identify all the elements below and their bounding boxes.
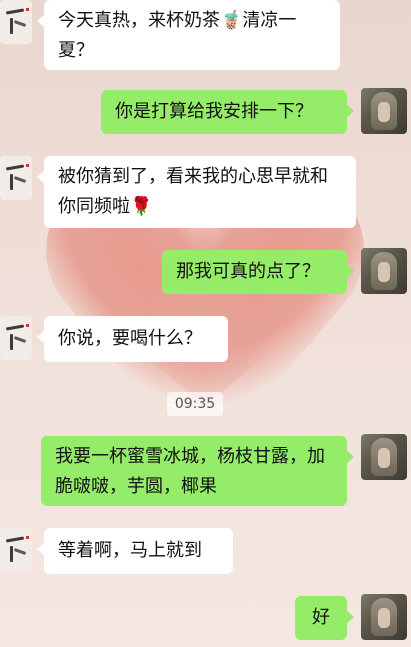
message-text: 好	[312, 607, 330, 628]
avatar-calligraphy	[10, 334, 13, 350]
avatar-calligraphy	[5, 324, 25, 331]
avatar-calligraphy	[13, 548, 27, 555]
message-text: 你说，要喝什么？	[58, 328, 202, 349]
message-bubble-outgoing[interactable]: 那我可真的点了？	[162, 250, 354, 294]
avatar-calligraphy	[13, 20, 27, 27]
message-text: 我要一杯蜜雪冰城，杨枝甘露，加脆啵啵，芋圆，椰果	[55, 446, 325, 497]
my-avatar[interactable]	[361, 434, 407, 480]
avatar-photo-detail	[378, 448, 390, 468]
message-text: 那我可真的点了？	[176, 261, 320, 282]
contact-avatar[interactable]	[0, 156, 32, 200]
my-avatar[interactable]	[361, 248, 407, 294]
message-text: 今天真热，来杯奶茶🧋清凉一夏？	[58, 10, 297, 61]
message-text: 被你猜到了，看来我的心思早就和你同频啦🌹	[58, 166, 328, 217]
message-bubble-incoming[interactable]: 你说，要喝什么？	[37, 316, 228, 362]
avatar-calligraphy	[13, 336, 27, 343]
avatar-calligraphy	[10, 546, 13, 562]
avatar-seal	[26, 324, 29, 327]
avatar-calligraphy	[10, 18, 13, 34]
avatar-calligraphy	[13, 176, 27, 183]
avatar-seal	[26, 164, 29, 167]
avatar-calligraphy	[5, 8, 25, 15]
avatar-calligraphy	[5, 536, 25, 543]
message-bubble-incoming[interactable]: 等着啊，马上就到	[37, 528, 233, 574]
contact-avatar[interactable]	[0, 528, 32, 572]
avatar-photo-detail	[378, 608, 390, 628]
avatar-seal	[26, 8, 29, 11]
avatar-calligraphy	[10, 174, 13, 190]
message-text: 你是打算给我安排一下？	[115, 101, 313, 122]
message-bubble-outgoing[interactable]: 我要一杯蜜雪冰城，杨枝甘露，加脆啵啵，芋圆，椰果	[41, 436, 354, 506]
avatar-calligraphy	[5, 164, 25, 171]
my-avatar[interactable]	[361, 594, 407, 640]
avatar-photo-detail	[378, 102, 390, 122]
message-text: 等着啊，马上就到	[58, 540, 202, 561]
contact-avatar[interactable]	[0, 0, 32, 44]
message-bubble-incoming[interactable]: 今天真热，来杯奶茶🧋清凉一夏？	[37, 0, 340, 70]
message-timestamp: 09:35	[167, 392, 223, 416]
message-bubble-incoming[interactable]: 被你猜到了，看来我的心思早就和你同频啦🌹	[37, 156, 356, 228]
message-bubble-outgoing[interactable]: 好	[295, 596, 354, 640]
avatar-photo-detail	[378, 262, 390, 282]
message-bubble-outgoing[interactable]: 你是打算给我安排一下？	[101, 90, 354, 134]
contact-avatar[interactable]	[0, 316, 32, 360]
avatar-seal	[26, 536, 29, 539]
my-avatar[interactable]	[361, 88, 407, 134]
